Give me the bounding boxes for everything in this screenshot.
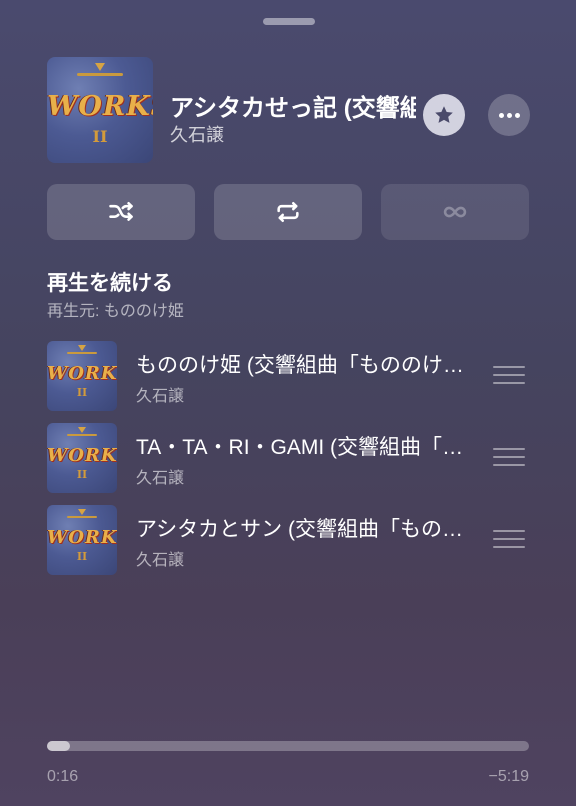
queue-item[interactable]: WORKS II TA・TA・RI・GAMI (交響組曲「もののけ姫」) 久石譲: [47, 423, 537, 493]
queue-heading: 再生を続ける: [47, 272, 173, 295]
ellipsis-icon-dot: [514, 112, 520, 118]
more-options-button[interactable]: [488, 94, 530, 136]
reorder-handle-icon[interactable]: [493, 530, 525, 548]
artwork-logo: WORKS: [47, 527, 117, 548]
star-icon: [435, 106, 453, 123]
now-playing-title: アシタカせっ記 (交響組曲「もののけ姫」): [170, 95, 416, 122]
artwork-logo: WORKS: [47, 445, 117, 466]
ellipsis-icon-dot: [506, 112, 512, 118]
elapsed-time: 0:16: [47, 768, 79, 785]
artwork-crown: [78, 509, 86, 515]
artwork-subtitle: II: [92, 127, 108, 146]
ellipsis-icon: [498, 112, 504, 118]
shuffle-button[interactable]: [47, 184, 195, 240]
playback-scrubber[interactable]: [47, 741, 529, 751]
queue-item-artist: 久石譲: [136, 552, 185, 569]
reorder-handle-icon[interactable]: [493, 448, 525, 466]
queue-item-artwork: WORKS II: [47, 341, 117, 411]
queue-item-artwork: WORKS II: [47, 423, 117, 493]
artwork-crown: [78, 345, 86, 351]
playback-progress-fill: [47, 741, 71, 751]
queue-item[interactable]: WORKS II もののけ姫 (交響組曲「もののけ姫」) 久石譲: [47, 341, 537, 411]
queue-item-artist: 久石譲: [136, 388, 185, 405]
queue-item-artist: 久石譲: [136, 470, 185, 487]
queue-item-title: もののけ姫 (交響組曲「もののけ姫」): [136, 354, 476, 377]
now-playing-artist[interactable]: 久石譲: [170, 121, 224, 147]
queue-item[interactable]: WORKS II アシタカとサン (交響組曲「もののけ姫」) 久石譲: [47, 505, 537, 575]
artwork-decoration: [67, 352, 97, 354]
artwork-logo: WORKS: [47, 91, 153, 122]
artwork-logo: WORKS: [47, 363, 117, 384]
artwork-decoration: [77, 73, 123, 76]
autoplay-button[interactable]: [381, 184, 529, 240]
infinity-icon: [443, 206, 467, 218]
repeat-icon: [277, 201, 299, 223]
favorite-button[interactable]: [423, 94, 465, 136]
artwork-subtitle: II: [76, 468, 88, 481]
repeat-button[interactable]: [214, 184, 362, 240]
queue-item-artwork: WORKS II: [47, 505, 117, 575]
sheet-grabber[interactable]: [263, 18, 315, 25]
artwork-crown: [78, 427, 86, 433]
shuffle-icon: [109, 201, 133, 221]
reorder-handle-icon[interactable]: [493, 366, 525, 384]
remaining-time: −5:19: [488, 768, 529, 785]
album-artwork: WORKS II: [47, 57, 153, 163]
artwork-subtitle: II: [76, 386, 88, 399]
queue-item-title: TA・TA・RI・GAMI (交響組曲「もののけ姫」): [136, 436, 476, 459]
queue-source[interactable]: 再生元: もののけ姫: [47, 297, 184, 321]
artwork-decoration: [67, 516, 97, 518]
artwork-decoration: [67, 434, 97, 436]
queue-item-title: アシタカとサン (交響組曲「もののけ姫」): [136, 518, 476, 541]
artwork-subtitle: II: [76, 550, 88, 563]
artwork-crown: [95, 63, 105, 71]
